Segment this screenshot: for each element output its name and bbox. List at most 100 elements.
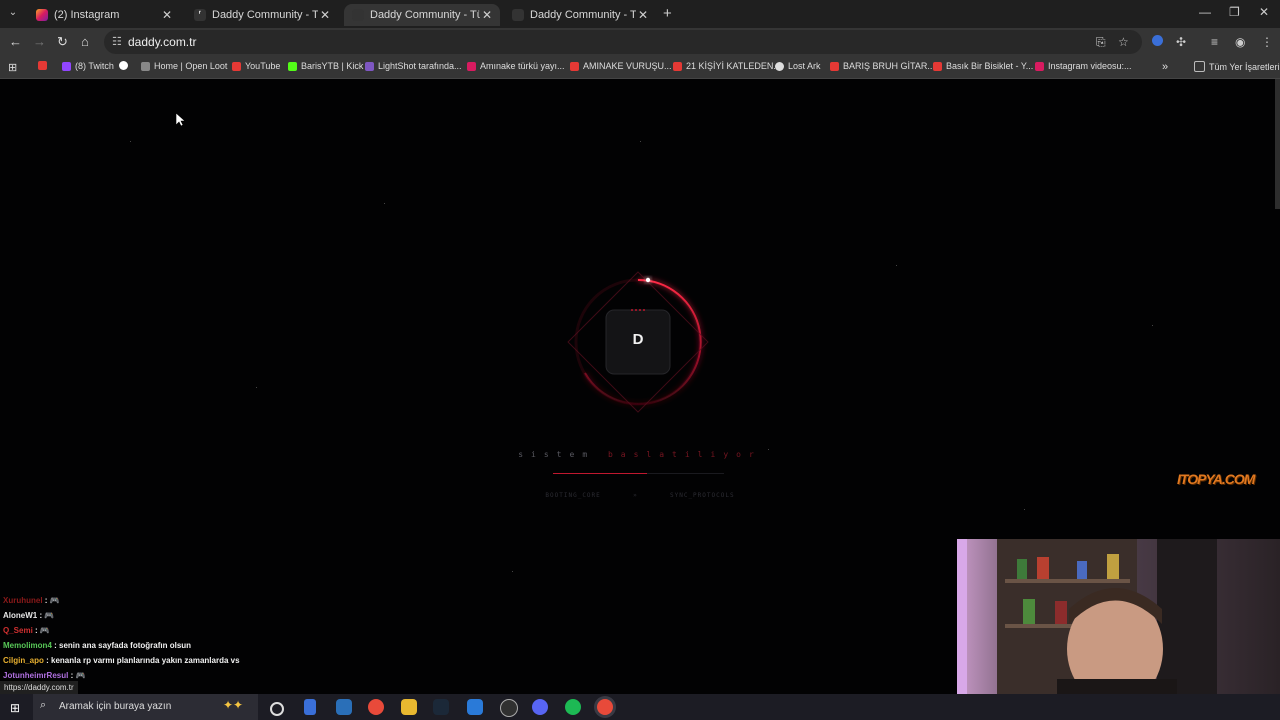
bookmark-item[interactable]: Basık Bir Bisiklet - Y... xyxy=(933,61,1033,71)
bookmark-label: YouTube xyxy=(245,61,281,71)
close-icon[interactable]: ✕ xyxy=(636,8,650,22)
file-explorer-icon[interactable] xyxy=(401,699,417,715)
copilot-sparkle-icon: ✦✦ xyxy=(223,698,244,712)
webcam-image xyxy=(957,539,1280,695)
minimize-icon[interactable]: — xyxy=(1199,5,1211,19)
youtube-icon xyxy=(830,61,839,71)
openloot-icon xyxy=(141,61,150,71)
spotify-icon[interactable] xyxy=(565,699,581,715)
boot-progress-fill xyxy=(553,473,648,474)
bookmark-item[interactable] xyxy=(38,61,51,70)
daddy-icon xyxy=(512,9,524,21)
discord-icon[interactable] xyxy=(532,699,548,715)
app-icon[interactable] xyxy=(304,699,316,715)
restore-icon[interactable]: ❐ xyxy=(1229,5,1240,19)
tab-daddy-active[interactable]: Daddy Community - Türkiye'nin ✕ xyxy=(344,4,500,26)
profile-icon[interactable]: ◉ xyxy=(1235,35,1245,49)
chat-message: Q_Semi : 🎮 xyxy=(3,626,50,635)
chat-message: Xuruhunel : 🎮 xyxy=(3,596,60,605)
more-bookmarks-icon[interactable]: » xyxy=(1162,61,1168,73)
bookmark-item[interactable]: (8) Twitch xyxy=(62,61,114,71)
site-info-icon[interactable]: ☷ xyxy=(112,35,122,48)
boot-separator: » xyxy=(633,492,638,499)
daddy-icon: ⸢ xyxy=(194,9,206,21)
globe-icon xyxy=(775,61,784,71)
star xyxy=(512,571,513,572)
new-tab-button[interactable]: + xyxy=(663,5,672,22)
url-text[interactable]: daddy.com.tr xyxy=(128,35,196,49)
bookmark-item[interactable]: Instagram videosu:... xyxy=(1035,61,1132,71)
obs-icon[interactable] xyxy=(500,699,518,717)
tab-daddy-3[interactable]: Daddy Community - Türkiye'nin ✕ xyxy=(504,4,656,26)
tab-search-icon[interactable]: ⌄ xyxy=(5,5,21,21)
star xyxy=(130,141,131,142)
window-close-icon[interactable]: ✕ xyxy=(1259,5,1269,19)
bookmark-item[interactable]: BarisYTB | Kick xyxy=(288,61,363,71)
tab-title: Daddy Community - Türkiye'nin xyxy=(370,9,480,21)
bookmark-item[interactable]: AMINAKE VURUŞU... xyxy=(570,61,672,71)
chat-text: kenanla rp varmı planlarında yakın zaman… xyxy=(51,656,240,665)
search-placeholder: Aramak için buraya yazın xyxy=(59,701,172,712)
kick-icon xyxy=(288,61,297,71)
browser-toolbar: ← → ↻ ⌂ ☷ daddy.com.tr ⎘ ☆ ✣ ≡ ◉ ⋮ xyxy=(0,28,1280,56)
chat-text: 🎮 xyxy=(44,611,55,620)
tab-daddy-1[interactable]: ⸢ Daddy Community - Türkiye'nin ✕ xyxy=(186,4,338,26)
home-icon[interactable]: ⌂ xyxy=(81,34,89,49)
taskbar-search[interactable]: ⌕ Aramak için buraya yazın ✦✦ xyxy=(33,694,258,720)
chat-user: Cilgin_apo xyxy=(3,656,44,665)
app-icon[interactable] xyxy=(467,699,483,715)
chrome-icon[interactable] xyxy=(597,699,613,715)
folder-icon xyxy=(1194,61,1205,72)
chat-text: 🎮 xyxy=(75,671,86,680)
bookmark-label: Amınake türkü yayı... xyxy=(480,61,565,71)
reload-icon[interactable]: ↻ xyxy=(57,34,68,50)
chat-user: Xuruhunel xyxy=(3,596,43,605)
bookmark-item[interactable]: YouTube xyxy=(232,61,280,71)
install-app-icon[interactable]: ⎘ xyxy=(1096,35,1106,50)
youtube-icon xyxy=(933,61,942,71)
tab-instagram[interactable]: (2) Instagram ✕ xyxy=(28,4,180,26)
bookmark-item[interactable]: Lost Ark xyxy=(775,61,821,71)
instagram-icon xyxy=(467,61,476,71)
scrollbar[interactable] xyxy=(1275,79,1280,209)
bookmark-label: BARIŞ BRUH GİTAR... xyxy=(843,61,935,71)
steam-icon[interactable] xyxy=(433,699,449,715)
close-icon[interactable]: ✕ xyxy=(160,8,174,22)
media-icon[interactable]: ≡ xyxy=(1211,35,1218,49)
extensions-puzzle-icon[interactable]: ✣ xyxy=(1176,35,1186,49)
bookmark-item[interactable]: LightShot tarafında... xyxy=(365,61,462,71)
back-icon[interactable]: ← xyxy=(9,34,22,49)
bookmark-item[interactable]: Amınake türkü yayı... xyxy=(467,61,565,71)
apps-grid-icon[interactable]: ⊞ xyxy=(8,61,17,74)
chat-user: Q_Semi xyxy=(3,626,33,635)
chat-message: AloneW1 : 🎮 xyxy=(3,611,55,620)
bookmark-label: Instagram videosu:... xyxy=(1048,61,1132,71)
chrome-icon[interactable] xyxy=(368,699,384,715)
youtube-icon xyxy=(673,61,682,71)
stream-chat: Xuruhunel : 🎮 AloneW1 : 🎮 Q_Semi : 🎮 Mem… xyxy=(3,596,433,686)
menu-icon[interactable]: ⋮ xyxy=(1261,35,1273,49)
webcam-feed xyxy=(957,539,1280,695)
star xyxy=(640,141,641,142)
bookmark-item[interactable] xyxy=(119,61,132,70)
close-icon[interactable]: ✕ xyxy=(318,8,332,22)
bookmark-item[interactable]: Home | Open Loot xyxy=(141,61,227,71)
windows-start-icon[interactable]: ⊞ xyxy=(10,701,20,715)
calculator-icon[interactable] xyxy=(336,699,352,715)
all-bookmarks-folder[interactable]: Tüm Yer İşaretleri xyxy=(1194,61,1280,72)
system-status-text: sistem baslatiliyor xyxy=(0,450,1280,459)
bookmark-item[interactable]: 21 KİŞİYİ KATLEDEN... xyxy=(673,61,781,71)
tab-title: Daddy Community - Türkiye'nin xyxy=(212,9,318,21)
bookmark-star-icon[interactable]: ☆ xyxy=(1118,35,1129,49)
close-icon[interactable]: ✕ xyxy=(480,8,494,22)
task-view-icon[interactable] xyxy=(270,702,284,716)
extension-icon[interactable] xyxy=(1152,35,1163,46)
star xyxy=(256,387,257,388)
chat-user: Memolimon4 xyxy=(3,641,52,650)
chat-message: Cilgin_apo : kenanla rp varmı planlarınd… xyxy=(3,656,240,665)
forward-icon[interactable]: → xyxy=(33,34,46,49)
bookmark-item[interactable]: BARIŞ BRUH GİTAR... xyxy=(830,61,935,71)
bookmark-label: BarisYTB | Kick xyxy=(301,61,364,71)
bookmarks-bar: ⊞ (8) Twitch Home | Open Loot YouTube Ba… xyxy=(0,56,1280,79)
address-bar[interactable]: ☷ daddy.com.tr ⎘ ☆ xyxy=(104,30,1142,54)
